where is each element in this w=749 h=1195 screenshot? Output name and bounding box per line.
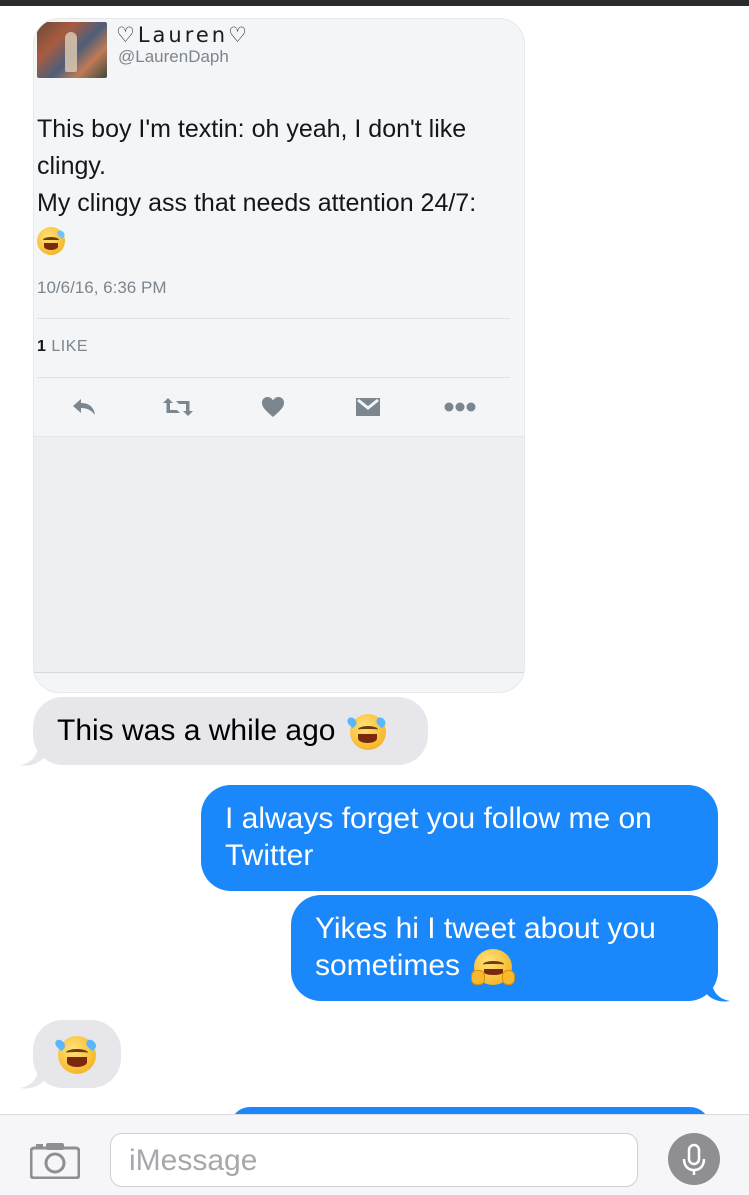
more-icon[interactable] [444,393,476,421]
shared-tweet-card[interactable]: ♡Lauren♡ @LaurenDaph This boy I'm textin… [33,18,525,693]
divider [34,672,524,673]
incoming-message[interactable]: This was a while ago [33,697,428,765]
message-text-line: sometimes [315,949,461,982]
tweet-text-line: My clingy ass that needs attention 24/7: [37,189,477,217]
incoming-message[interactable] [33,1020,121,1088]
tweet-text-line: This boy I'm textin: oh yeah, I don't li… [37,115,467,143]
tweet-media-placeholder [34,436,524,673]
heart-icon[interactable] [257,393,289,421]
outgoing-message[interactable]: Yikes hi I tweet about you sometimes [291,895,718,1001]
camera-icon[interactable] [30,1141,80,1179]
input-placeholder: iMessage [129,1144,258,1177]
tweet-timestamp: 10/6/16, 6:36 PM [37,278,167,297]
message-text-line: Twitter [225,839,314,872]
tweet-author-name: ♡Lauren♡ [116,23,250,47]
microphone-icon [682,1143,706,1175]
tweet-avatar[interactable] [37,22,107,78]
tweet-text-line: clingy. [37,152,107,180]
tweet-likes[interactable]: 1 LIKE [37,338,88,356]
status-bar-edge [0,0,749,6]
divider [37,318,510,319]
likes-count: 1 [37,338,47,355]
message-text: This was a while ago [57,714,336,747]
tweet-author-handle: @LaurenDaph [118,47,229,66]
imessage-input[interactable]: iMessage [110,1133,638,1187]
joy-emoji [53,1036,98,1074]
message-text-line: Yikes hi I tweet about you [315,912,656,945]
tweet-text: This boy I'm textin: oh yeah, I don't li… [37,111,507,259]
joy-emoji [345,714,388,751]
microphone-button[interactable] [668,1133,720,1185]
grinning-sweat-emoji [37,227,67,256]
retweet-icon[interactable] [162,393,194,421]
likes-label: LIKE [51,338,89,355]
divider [37,377,510,378]
reply-icon[interactable] [68,393,100,421]
message-text-line: I always forget you follow me on [225,802,652,835]
hugging-emoji [471,949,516,986]
tweet-action-bar [34,389,510,425]
message-icon[interactable] [352,393,384,421]
message-composer: iMessage [0,1114,749,1195]
outgoing-message[interactable]: I always forget you follow me on Twitter [201,785,718,891]
